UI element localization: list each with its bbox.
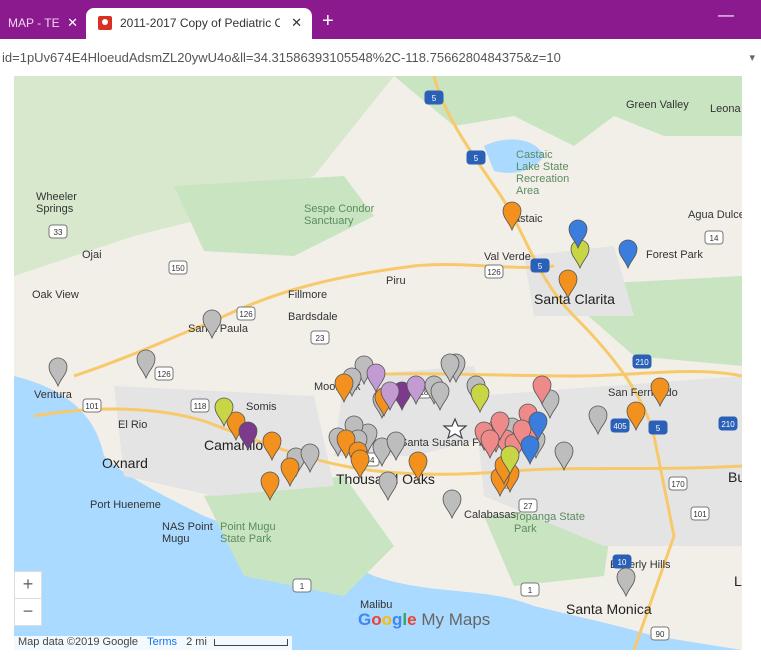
svg-text:126: 126 (487, 268, 501, 277)
place-label: El Rio (118, 419, 147, 431)
highway-shield: 126 (154, 366, 174, 381)
highway-shield: 27 (518, 498, 538, 513)
highway-shield: 210 (718, 416, 738, 431)
svg-text:210: 210 (721, 420, 735, 429)
place-label: Burba (728, 469, 742, 485)
highway-shield: 118 (190, 398, 210, 413)
svg-text:5: 5 (474, 154, 479, 163)
svg-text:10: 10 (618, 558, 627, 567)
highway-shield: 5 (530, 258, 550, 273)
highway-shield: 101 (690, 506, 710, 521)
svg-text:14: 14 (710, 234, 719, 243)
svg-text:118: 118 (194, 402, 207, 411)
highway-shield: 33 (48, 224, 68, 239)
maps-favicon-icon (98, 16, 112, 30)
map-data-attribution: Map data ©2019 Google (18, 636, 139, 648)
map-svg[interactable]: Green Valley LeonaCastaic Lake State Recrea… (14, 76, 742, 650)
place-label: Agua Dulce (688, 209, 742, 221)
place-label: Ojai (82, 249, 102, 261)
google-my-maps-logo: Google My Maps (358, 610, 491, 629)
tab-title: MAP - TE (8, 16, 60, 30)
svg-text:1: 1 (528, 586, 533, 595)
place-label: Leona (710, 103, 741, 115)
place-label: Santa Clarita (534, 291, 615, 307)
highway-shield: 126 (236, 306, 256, 321)
svg-text:5: 5 (432, 94, 437, 103)
map-canvas[interactable]: Green Valley Leona Castaic Lake State Recrea… (14, 76, 742, 650)
close-tab-icon[interactable]: ✕ (291, 15, 302, 31)
zoom-in-button[interactable]: + (14, 571, 42, 599)
place-label: Ventura (34, 389, 73, 401)
close-tab-icon[interactable]: ✕ (67, 15, 78, 31)
place-label: L (734, 573, 742, 589)
place-label: Green Valley (626, 99, 689, 111)
svg-text:5: 5 (656, 424, 661, 433)
svg-text:405: 405 (613, 422, 627, 431)
place-label: Forest Park (646, 249, 703, 261)
svg-text:1: 1 (300, 582, 305, 591)
highway-shield: 101 (82, 398, 102, 413)
tab-map-inactive[interactable]: MAP - TE ✕ (0, 8, 86, 39)
highway-shield: 126 (484, 264, 504, 279)
svg-text:150: 150 (171, 264, 185, 273)
tab-active[interactable]: 2011-2017 Copy of Pediatric Can ✕ (86, 8, 312, 39)
svg-text:126: 126 (239, 310, 253, 319)
scale-bar (213, 638, 288, 646)
svg-text:27: 27 (524, 502, 533, 511)
svg-text:5: 5 (538, 262, 543, 271)
highway-shield: 1 (520, 582, 540, 597)
zoom-out-button[interactable]: − (14, 598, 42, 626)
highway-shield: 5 (648, 420, 668, 435)
place-label: Calabasas (464, 509, 516, 521)
svg-text:101: 101 (693, 510, 707, 519)
place-label: Oxnard (102, 455, 148, 471)
place-label: Val Verde (484, 251, 531, 263)
highway-shield: 405 (610, 418, 630, 433)
tab-title: 2011-2017 Copy of Pediatric Can (120, 16, 280, 30)
place-label: Somis (246, 401, 277, 413)
place-label: Point Mugu State Park (220, 521, 276, 545)
svg-text:23: 23 (316, 334, 325, 343)
place-label: Port Hueneme (90, 499, 161, 511)
highway-shield: 170 (668, 476, 688, 491)
chevron-down-icon[interactable]: ▾ (749, 51, 755, 64)
svg-text:90: 90 (656, 630, 665, 639)
place-label: Oak View (32, 289, 79, 301)
highway-shield: 1 (292, 578, 312, 593)
highway-shield: 5 (424, 90, 444, 105)
address-bar[interactable]: id=1pUv674E4HloeudAdsmZL20ywU4o&ll=34.31… (0, 39, 761, 76)
svg-text:210: 210 (635, 358, 649, 367)
tab-bar: MAP - TE ✕ 2011-2017 Copy of Pediatric C… (0, 0, 761, 39)
svg-text:101: 101 (85, 402, 99, 411)
svg-text:33: 33 (54, 228, 63, 237)
new-tab-icon[interactable]: + (322, 10, 334, 33)
place-label: Fillmore (288, 289, 327, 301)
svg-text:126: 126 (157, 370, 171, 379)
place-label: Wheeler Springs (36, 191, 77, 215)
place-label: Santa Monica (566, 601, 652, 617)
highway-shield: 150 (168, 260, 188, 275)
minimize-icon[interactable]: — (718, 7, 734, 25)
place-label: Bardsdale (288, 311, 338, 323)
highway-shield: 5 (466, 150, 486, 165)
highway-shield: 23 (310, 330, 330, 345)
highway-shield: 90 (650, 626, 670, 641)
place-label: Piru (386, 275, 406, 287)
highway-shield: 210 (632, 354, 652, 369)
highway-shield: 10 (612, 554, 632, 569)
svg-text:170: 170 (671, 480, 685, 489)
url-text[interactable]: id=1pUv674E4HloeudAdsmZL20ywU4o&ll=34.31… (2, 50, 561, 65)
map-footer: Map data ©2019 Google Terms 2 mi (14, 636, 292, 650)
highway-shield: 14 (704, 230, 724, 245)
scale-label: 2 mi (186, 636, 207, 648)
terms-link[interactable]: Terms (147, 636, 177, 648)
